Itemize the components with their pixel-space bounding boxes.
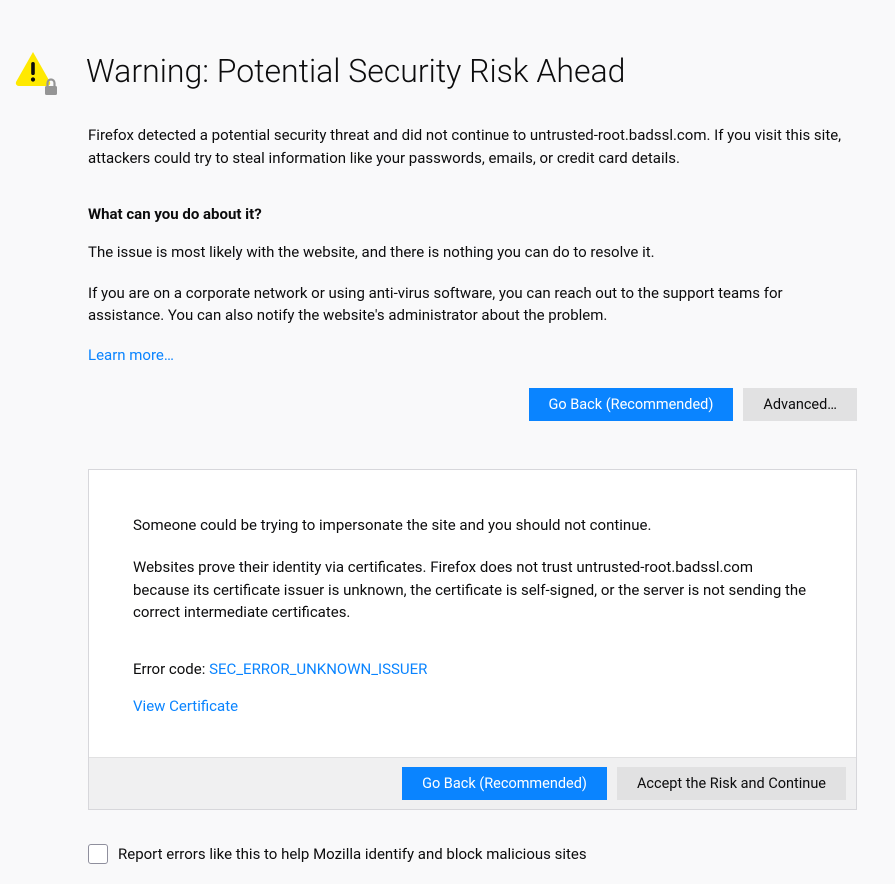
- report-errors-label[interactable]: Report errors like this to help Mozilla …: [118, 845, 587, 863]
- header: Warning: Potential Security Risk Ahead: [14, 48, 857, 96]
- view-certificate-link[interactable]: View Certificate: [133, 697, 238, 715]
- error-code-row: Error code: SEC_ERROR_UNKNOWN_ISSUER: [133, 660, 812, 678]
- error-code-label: Error code:: [133, 660, 209, 678]
- impersonation-warning: Someone could be trying to impersonate t…: [133, 514, 812, 537]
- report-errors-row: Report errors like this to help Mozilla …: [88, 844, 857, 864]
- security-warning-page: Warning: Potential Security Risk Ahead F…: [0, 0, 895, 884]
- error-code-link[interactable]: SEC_ERROR_UNKNOWN_ISSUER: [209, 660, 427, 678]
- primary-button-row: Go Back (Recommended) Advanced…: [88, 388, 857, 421]
- warning-icon: [14, 48, 58, 96]
- advanced-button[interactable]: Advanced…: [743, 388, 857, 421]
- accept-risk-button[interactable]: Accept the Risk and Continue: [617, 767, 846, 800]
- subheading: What can you do about it?: [88, 205, 857, 223]
- advice-para-1: The issue is most likely with the websit…: [88, 241, 857, 264]
- lock-icon: [45, 80, 57, 96]
- details-content: Someone could be trying to impersonate t…: [89, 470, 856, 757]
- learn-more-link[interactable]: Learn more…: [88, 346, 174, 364]
- intro-text: Firefox detected a potential security th…: [88, 124, 857, 169]
- certificate-explanation: Websites prove their identity via certif…: [133, 556, 812, 624]
- advice-para-2: If you are on a corporate network or usi…: [88, 282, 857, 327]
- go-back-button-2[interactable]: Go Back (Recommended): [402, 767, 607, 800]
- go-back-button[interactable]: Go Back (Recommended): [529, 388, 734, 421]
- advanced-details-panel: Someone could be trying to impersonate t…: [88, 469, 857, 810]
- content-body: Firefox detected a potential security th…: [88, 124, 857, 810]
- report-errors-checkbox[interactable]: [88, 844, 108, 864]
- page-title: Warning: Potential Security Risk Ahead: [86, 48, 625, 90]
- details-footer: Go Back (Recommended) Accept the Risk an…: [89, 757, 856, 809]
